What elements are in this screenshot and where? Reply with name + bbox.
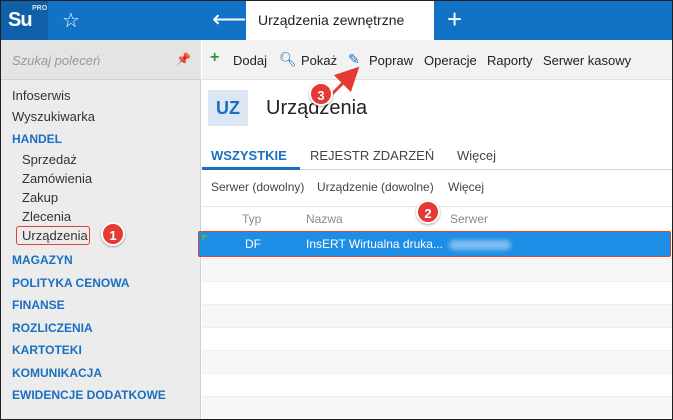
window-frame: [0, 0, 673, 420]
